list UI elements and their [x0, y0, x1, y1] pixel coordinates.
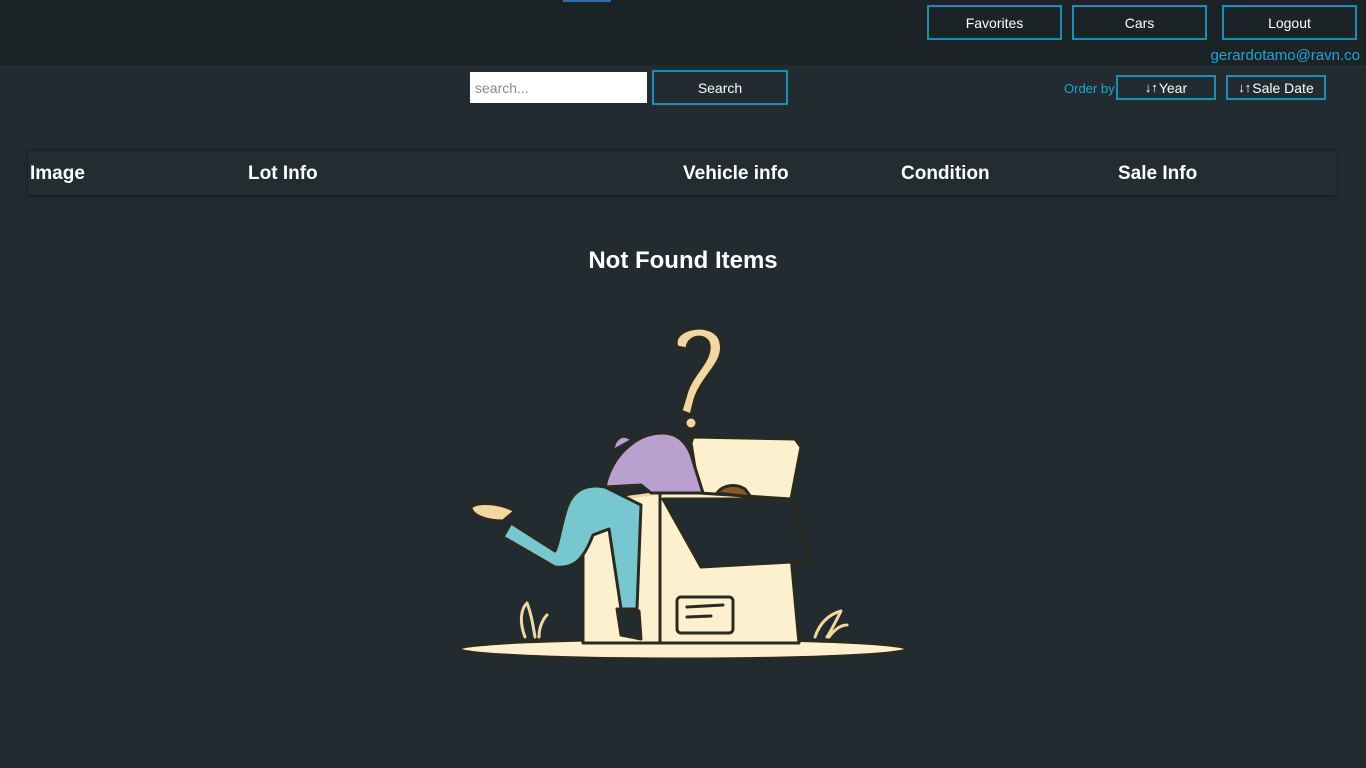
order-year-label: Year	[1158, 79, 1188, 96]
order-sale-date-label: Sale Date	[1252, 79, 1314, 96]
column-image: Image	[30, 163, 85, 184]
column-vehicle-info: Vehicle info	[683, 163, 789, 184]
search-button[interactable]: Search	[652, 70, 788, 105]
search-input[interactable]	[470, 72, 647, 103]
user-email: gerardotamo@ravn.co	[1210, 47, 1360, 64]
sort-arrows-icon: ↓↑	[1238, 80, 1252, 95]
top-navbar: Favorites Cars Logout	[0, 0, 1366, 65]
top-accent-bar	[563, 0, 611, 2]
empty-state-title: Not Found Items	[588, 247, 778, 274]
person-searching-box-illustration	[457, 326, 909, 661]
sort-arrows-icon: ↓↑	[1144, 80, 1158, 95]
column-sale-info: Sale Info	[1118, 163, 1198, 184]
column-lot-info: Lot Info	[248, 163, 318, 184]
order-by-label: Order by	[1064, 81, 1115, 96]
logout-button[interactable]: Logout	[1222, 5, 1357, 40]
order-sale-date-button[interactable]: ↓↑ Sale Date	[1226, 75, 1326, 100]
table-header: Image Lot Info Vehicle info Condition Sa…	[28, 150, 1337, 195]
cars-button[interactable]: Cars	[1072, 5, 1207, 40]
order-year-button[interactable]: ↓↑ Year	[1116, 75, 1216, 100]
favorites-button[interactable]: Favorites	[927, 5, 1062, 40]
column-condition: Condition	[901, 163, 990, 184]
